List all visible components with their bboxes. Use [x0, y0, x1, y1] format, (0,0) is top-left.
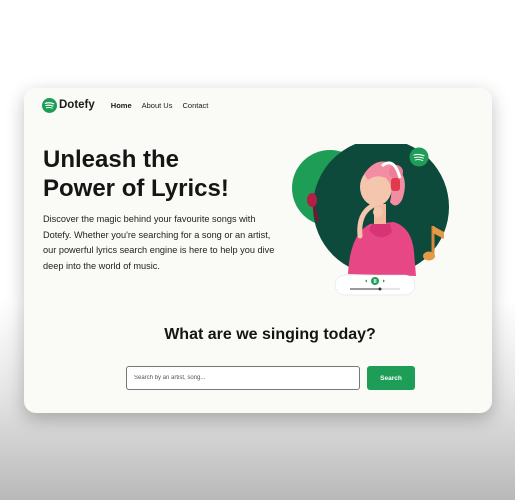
hero-illustration	[292, 144, 449, 296]
search-input[interactable]	[126, 366, 360, 390]
nav-link-home[interactable]: Home	[111, 101, 132, 110]
music-player-widget	[334, 274, 416, 296]
brand-name[interactable]: Dotefy	[59, 99, 95, 111]
search-heading: What are we singing today?	[164, 326, 376, 343]
hero-headline: Unleash the Power of Lyrics!	[43, 145, 283, 203]
logo-badge-icon	[409, 147, 429, 167]
search-button[interactable]: Search	[367, 366, 415, 390]
headline-line-1: Unleash the	[43, 146, 180, 173]
landing-card: Dotefy Home About Us Contact Unleash the…	[24, 88, 492, 413]
headline-line-2: Power of Lyrics!	[43, 175, 229, 202]
brand-logo-icon[interactable]	[42, 97, 57, 113]
hero-description: Discover the magic behind your favourite…	[43, 214, 275, 271]
nav-link-contact[interactable]: Contact	[182, 101, 208, 110]
top-nav: Dotefy Home About Us Contact	[42, 95, 218, 115]
nav-link-about-us[interactable]: About Us	[142, 101, 173, 110]
